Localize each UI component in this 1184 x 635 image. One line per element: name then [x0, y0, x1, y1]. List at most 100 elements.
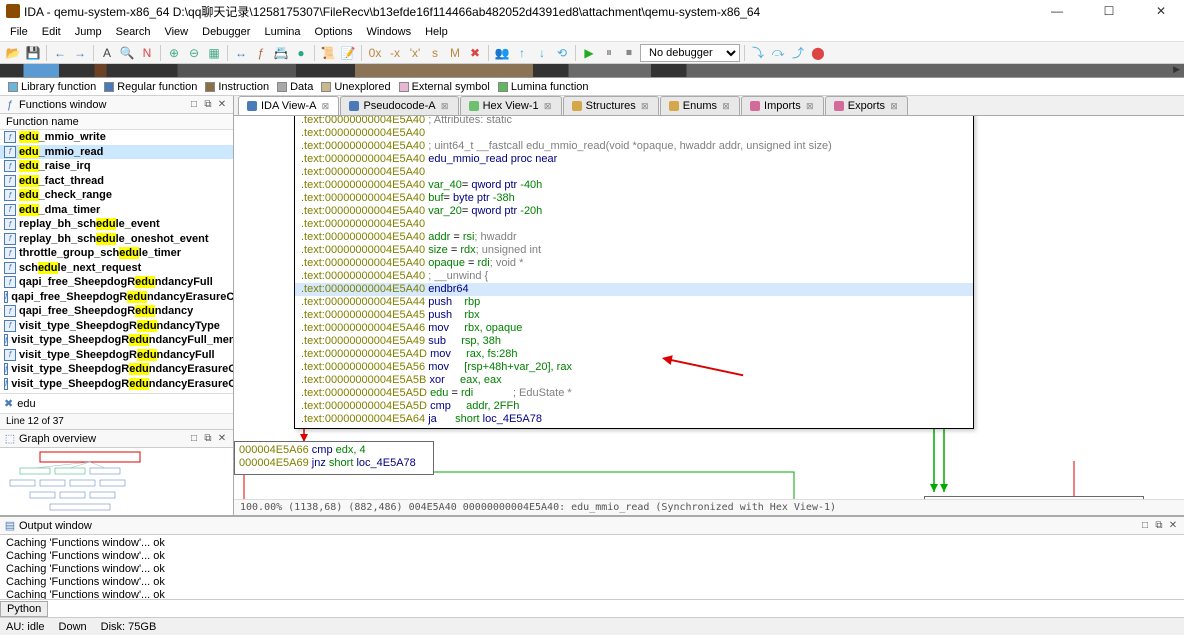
menu-help[interactable]: Help — [419, 24, 454, 40]
tab-ida-view-a[interactable]: IDA View-A⊠ — [238, 96, 339, 115]
panel-undock-button[interactable]: □ — [187, 99, 201, 110]
step-over-icon[interactable]: ⤼ — [769, 44, 787, 62]
tab-enums[interactable]: Enums⊠ — [660, 96, 740, 115]
pause-button[interactable]: ⏸ — [600, 44, 618, 62]
zoom-out-button[interactable]: ⊖ — [185, 44, 203, 62]
function-item[interactable]: fqapi_free_SheepdogRedundancyErasureCo — [0, 290, 233, 305]
function-item[interactable]: fvisit_type_SheepdogRedundancyErasureCo — [0, 362, 233, 377]
output-body[interactable]: Caching 'Functions window'... okCaching … — [0, 535, 1184, 599]
disasm-line[interactable]: .text:00000000004E5A5B xor eax, eax — [295, 374, 973, 387]
disasm-line[interactable]: .text:00000000004E5A40 addr = rsi; hwadd… — [295, 231, 973, 244]
function-item[interactable]: fvisit_type_SheepdogRedundancyFull — [0, 348, 233, 363]
menu-file[interactable]: File — [4, 24, 34, 40]
pull-icon[interactable]: ↓ — [533, 44, 551, 62]
repl-input[interactable] — [48, 601, 1184, 617]
disasm-line[interactable]: .text:00000000004E5A45 push rbx — [295, 309, 973, 322]
function-item[interactable]: fedu_raise_irq — [0, 159, 233, 174]
push-icon[interactable]: ↑ — [513, 44, 531, 62]
output-close-button[interactable]: ✕ — [1166, 520, 1180, 531]
output-undock-button[interactable]: □ — [1138, 520, 1152, 531]
functions-column-header[interactable]: Function name — [0, 114, 233, 130]
calc-button[interactable]: 📇 — [272, 44, 290, 62]
step-out-icon[interactable]: ⤴ — [789, 44, 807, 62]
repl-lang-button[interactable]: Python — [0, 601, 48, 617]
output-pin-button[interactable]: ⧉ — [1152, 520, 1166, 531]
function-item[interactable]: fedu_check_range — [0, 188, 233, 203]
zoom-in-button[interactable]: ⊕ — [165, 44, 183, 62]
disasm-line[interactable]: 000004E5A66 cmp edx, 4 — [239, 444, 429, 457]
tab-hex-view-1[interactable]: Hex View-1⊠ — [460, 96, 562, 115]
tab-close-icon[interactable]: ⊠ — [640, 101, 650, 112]
graph-pin-button[interactable]: ⧉ — [201, 433, 215, 444]
graph-overview-canvas[interactable] — [0, 448, 233, 515]
tab-pseudocode-a[interactable]: Pseudocode-A⊠ — [340, 96, 458, 115]
disasm-line[interactable]: .text:00000000004E5A40 var_40= qword ptr… — [295, 179, 973, 192]
disasm-block-2[interactable]: 000004E5A66 cmp edx, 4000004E5A69 jnz sh… — [234, 441, 434, 475]
stop-button[interactable]: ⏹ — [620, 44, 638, 62]
function-item[interactable]: fschedule_next_request — [0, 261, 233, 276]
menu-view[interactable]: View — [158, 24, 194, 40]
xref-button[interactable]: ↔ — [232, 44, 250, 62]
lumina-icon[interactable]: 👥 — [493, 44, 511, 62]
function-item[interactable]: fqapi_free_SheepdogRedundancyFull — [0, 275, 233, 290]
graph-undock-button[interactable]: □ — [187, 433, 201, 444]
disasm-line[interactable]: .text:00000000004E5A5D cmp addr, 2FFh — [295, 400, 973, 413]
maximize-button[interactable]: ☐ — [1092, 1, 1126, 21]
cancel-button[interactable]: ✖ — [466, 44, 484, 62]
binary-search-button[interactable]: 🔍 — [118, 44, 136, 62]
disasm-main-block[interactable]: .text:00000000004E5A40 ; Attributes: sta… — [294, 116, 974, 429]
tab-close-icon[interactable]: ⊠ — [320, 101, 330, 112]
disasm-line[interactable]: .text:00000000004E5A56 mov [rsp+48h+var_… — [295, 361, 973, 374]
sync-icon[interactable]: ⟲ — [553, 44, 571, 62]
disasm-line[interactable]: .text:00000000004E5A40 ; __unwind { — [295, 270, 973, 283]
function-item[interactable]: fqapi_free_SheepdogRedundancy — [0, 304, 233, 319]
seg-button[interactable]: s — [426, 44, 444, 62]
disasm-line[interactable]: .text:00000000004E5A40 — [295, 166, 973, 179]
run-button[interactable]: ▶ — [580, 44, 598, 62]
disasm-line[interactable]: .text:00000000004E5A49 sub rsp, 38h — [295, 335, 973, 348]
menu-debugger[interactable]: Debugger — [196, 24, 256, 40]
disasm-line[interactable]: .text:00000000004E5A40 ; Attributes: sta… — [295, 116, 973, 127]
disasm-line[interactable]: .text:00000000004E5A5D edu = rdi ; EduSt… — [295, 387, 973, 400]
ida-view[interactable]: .text:00000000004E5A40 ; Attributes: sta… — [234, 116, 1184, 499]
disasm-line[interactable]: .text:00000000004E5A40 opaque = rdi; voi… — [295, 257, 973, 270]
struct-button[interactable]: M — [446, 44, 464, 62]
function-item[interactable]: fedu_fact_thread — [0, 174, 233, 189]
functions-list[interactable]: fedu_mmio_writefedu_mmio_readfedu_raise_… — [0, 130, 233, 393]
chart-button[interactable]: ● — [292, 44, 310, 62]
disasm-line[interactable]: .text:00000000004E5A40 ; uint64_t __fast… — [295, 140, 973, 153]
tab-imports[interactable]: Imports⊠ — [741, 96, 824, 115]
function-item[interactable]: fthrottle_group_schedule_timer — [0, 246, 233, 261]
function-item[interactable]: freplay_bh_schedule_oneshot_event — [0, 232, 233, 247]
tab-structures[interactable]: Structures⊠ — [563, 96, 659, 115]
disasm-line[interactable]: .text:00000000004E5A40 edu_mmio_read pro… — [295, 153, 973, 166]
navigation-band[interactable] — [0, 64, 1184, 78]
tab-close-icon[interactable]: ⊠ — [889, 101, 899, 112]
text-search-button[interactable]: A — [98, 44, 116, 62]
disasm-line[interactable]: .text:00000000004E5A40 endbr64 — [295, 283, 973, 296]
search-next-button[interactable]: N — [138, 44, 156, 62]
disasm-line[interactable]: 000004E5A69 jnz short loc_4E5A78 — [239, 457, 429, 470]
function-item[interactable]: freplay_bh_schedule_event — [0, 217, 233, 232]
zoom-fit-button[interactable]: ▦ — [205, 44, 223, 62]
hex-button[interactable]: 0x — [366, 44, 384, 62]
disasm-line[interactable]: .text:00000000004E5A40 — [295, 218, 973, 231]
functions-search-input[interactable] — [17, 396, 229, 412]
disasm-line[interactable]: .text:00000000004E5A40 var_20= qword ptr… — [295, 205, 973, 218]
tab-close-icon[interactable]: ⊠ — [721, 101, 731, 112]
notepad-button[interactable]: 📝 — [339, 44, 357, 62]
panel-close-button[interactable]: ✕ — [215, 99, 229, 110]
tab-close-icon[interactable]: ⊠ — [440, 101, 450, 112]
menu-lumina[interactable]: Lumina — [258, 24, 306, 40]
graph-close-button[interactable]: ✕ — [215, 433, 229, 444]
panel-pin-button[interactable]: ⧉ — [201, 99, 215, 110]
menu-options[interactable]: Options — [309, 24, 359, 40]
menu-edit[interactable]: Edit — [36, 24, 67, 40]
disasm-line[interactable]: .text:00000000004E5A46 mov rbx, opaque — [295, 322, 973, 335]
open-button[interactable]: 📂 — [4, 44, 22, 62]
menu-jump[interactable]: Jump — [69, 24, 108, 40]
function-item[interactable]: fedu_dma_timer — [0, 203, 233, 218]
function-item[interactable]: fvisit_type_SheepdogRedundancyFull_memb — [0, 333, 233, 348]
char-button[interactable]: 'x' — [406, 44, 424, 62]
disasm-line[interactable]: .text:00000000004E5A40 buf= byte ptr -38… — [295, 192, 973, 205]
